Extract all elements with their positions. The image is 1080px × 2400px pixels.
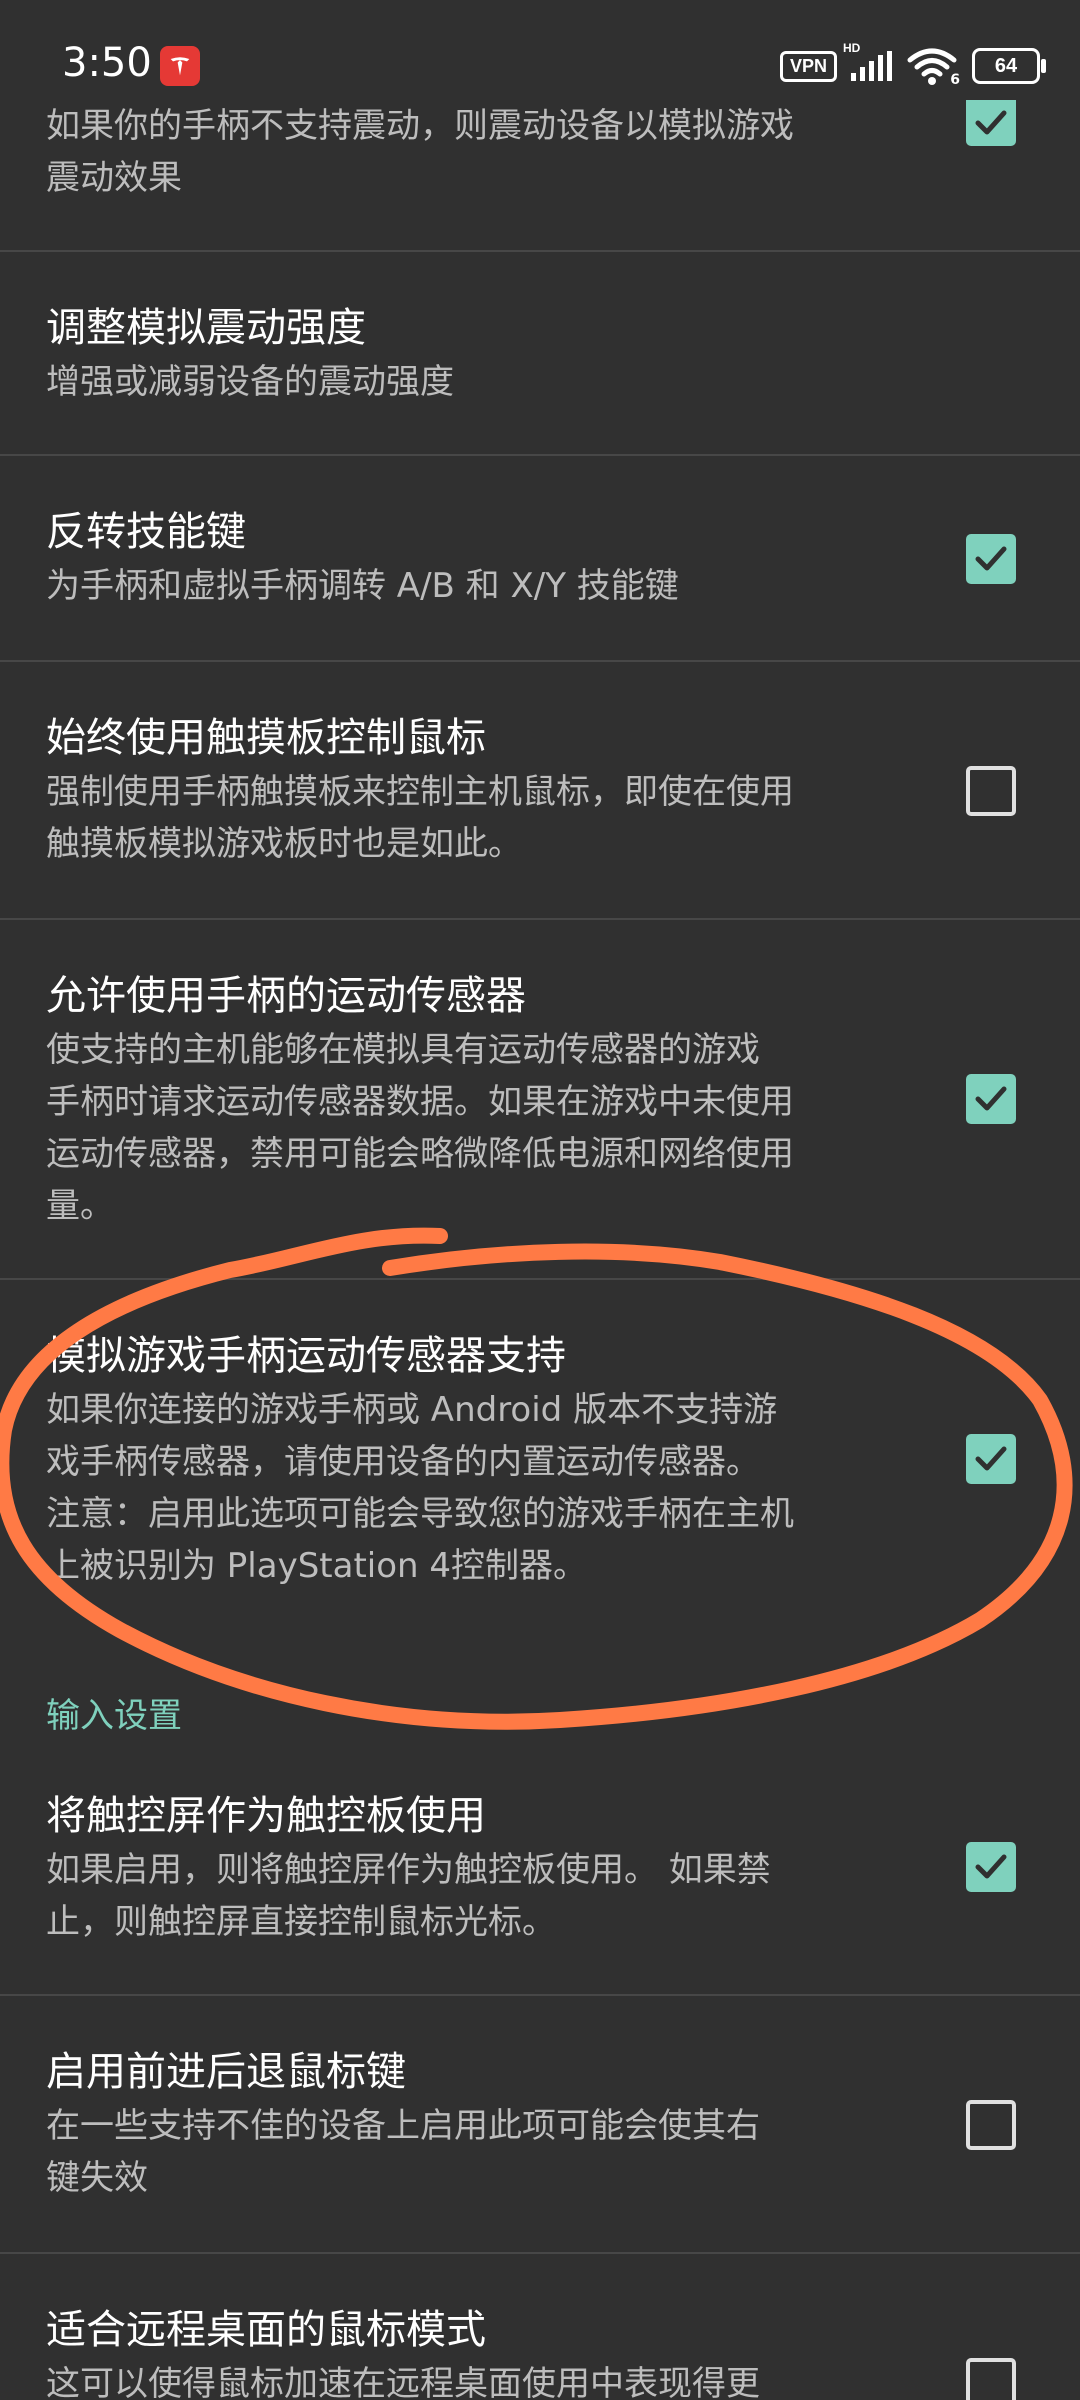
pref-item-touchpad-mouse[interactable]: 始终使用触摸板控制鼠标 强制使用手柄触摸板来控制主机鼠标，即使在使用 触摸板模拟… <box>0 662 1080 920</box>
pref-checkbox[interactable] <box>966 534 1016 584</box>
checkmark-icon <box>975 1854 1007 1879</box>
status-icons: VPN HD 6 64 <box>779 41 1046 88</box>
pref-summary: 如果你的手柄不支持震动，则震动设备以模拟游戏 震动效果 <box>46 106 794 198</box>
pref-summary: 强制使用手柄触摸板来控制主机鼠标，即使在使用 触摸板模拟游戏板时也是如此。 <box>46 772 794 864</box>
pref-title: 适合远程桌面的鼠标模式 <box>46 2307 486 2353</box>
pref-checkbox[interactable] <box>966 1842 1016 1892</box>
pref-title: 模拟游戏手柄运动传感器支持 <box>46 1333 566 1379</box>
pref-item-remote-desktop-mouse[interactable]: 适合远程桌面的鼠标模式 这可以使得鼠标加速在远程桌面使用中表现得更 <box>0 2254 1080 2400</box>
checkmark-icon <box>975 1086 1007 1111</box>
wifi-6-label: 6 <box>950 72 960 88</box>
pref-summary: 如果启用，则将触控屏作为触控板使用。 如果禁 止，则触控屏直接控制鼠标光标。 <box>46 1850 771 1942</box>
checkmark-icon <box>975 1446 1007 1471</box>
pref-title: 调整模拟震动强度 <box>46 305 366 351</box>
tesla-icon <box>160 46 200 86</box>
status-time: 3:50 <box>62 40 152 86</box>
pref-title: 启用前进后退鼠标键 <box>46 2049 406 2095</box>
pref-summary: 为手柄和虚拟手柄调转 A/B 和 X/Y 技能键 <box>46 566 679 606</box>
pref-summary: 使支持的主机能够在模拟具有运动传感器的游戏 手柄时请求运动传感器数据。如果在游戏… <box>46 1030 794 1226</box>
pref-checkbox[interactable] <box>966 1434 1016 1484</box>
pref-title: 允许使用手柄的运动传感器 <box>46 973 526 1019</box>
pref-checkbox[interactable] <box>966 1074 1016 1124</box>
pref-item-vibration-strength[interactable]: 调整模拟震动强度 增强或减弱设备的震动强度 <box>0 252 1080 456</box>
hd-label: HD <box>843 41 861 55</box>
pref-checkbox[interactable] <box>966 2100 1016 2150</box>
pref-title: 将触控屏作为触控板使用 <box>46 1793 486 1839</box>
wifi-icon: 6 <box>906 46 960 88</box>
pref-title: 始终使用触摸板控制鼠标 <box>46 715 486 761</box>
checkmark-icon <box>975 546 1007 571</box>
pref-item-swap-ab-xy[interactable]: 反转技能键 为手柄和虚拟手柄调转 A/B 和 X/Y 技能键 <box>0 456 1080 662</box>
vpn-icon: VPN <box>779 50 837 82</box>
pref-checkbox[interactable] <box>966 766 1016 816</box>
pref-title: 反转技能键 <box>46 509 246 555</box>
pref-summary: 这可以使得鼠标加速在远程桌面使用中表现得更 <box>46 2364 760 2400</box>
pref-item-mouse-nav-buttons[interactable]: 启用前进后退鼠标键 在一些支持不佳的设备上启用此项可能会使其右 键失效 <box>0 1996 1080 2254</box>
checkmark-icon <box>975 110 1007 135</box>
category-input-settings: 输入设置 <box>46 1696 182 1736</box>
pref-item-motion-sensors[interactable]: 允许使用手柄的运动传感器 使支持的主机能够在模拟具有运动传感器的游戏 手柄时请求… <box>0 920 1080 1280</box>
battery-level: 64 <box>994 54 1018 77</box>
pref-summary: 如果你连接的游戏手柄或 Android 版本不支持游 戏手柄传感器，请使用设备的… <box>46 1390 794 1586</box>
cellular-signal-icon: HD <box>843 41 892 81</box>
pref-item-touchscreen-trackpad[interactable]: 将触控屏作为触控板使用 如果启用，则将触控屏作为触控板使用。 如果禁 止，则触控… <box>0 1740 1080 1996</box>
pref-summary: 在一些支持不佳的设备上启用此项可能会使其右 键失效 <box>46 2106 760 2198</box>
pref-summary: 增强或减弱设备的震动强度 <box>46 362 454 402</box>
pref-checkbox[interactable] <box>966 100 1016 146</box>
pref-item-gamepad-motion-fallback[interactable]: 模拟游戏手柄运动传感器支持 如果你连接的游戏手柄或 Android 版本不支持游… <box>0 1280 1080 1640</box>
settings-screen: 3:50 VPN HD 6 64 如果你的手柄不支持震动，则震动设备以模拟游戏 … <box>0 0 1080 2400</box>
battery-icon: 64 <box>972 48 1046 84</box>
pref-item-vibration-fallback[interactable]: 如果你的手柄不支持震动，则震动设备以模拟游戏 震动效果 <box>0 100 1080 252</box>
pref-checkbox[interactable] <box>966 2358 1016 2400</box>
